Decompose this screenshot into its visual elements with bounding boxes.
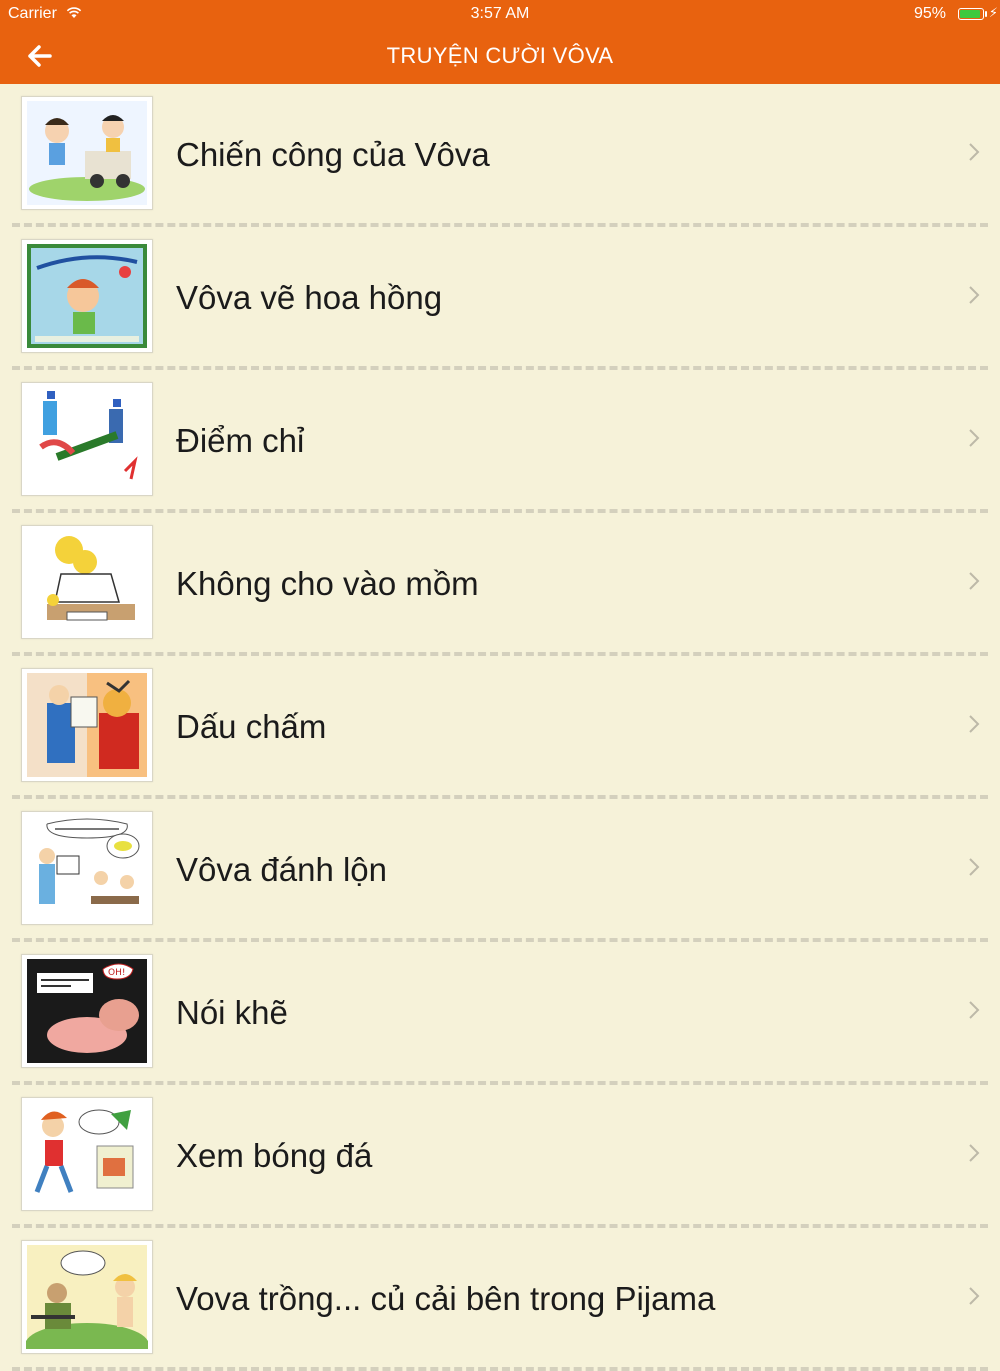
chevron-right-icon xyxy=(969,1001,980,1019)
story-row[interactable]: Vôva đánh lộn xyxy=(12,799,988,942)
chevron-right-icon xyxy=(969,429,980,447)
story-title: Không cho vào mồm xyxy=(176,565,479,602)
chevron-right-icon xyxy=(969,715,980,733)
story-thumbnail xyxy=(21,239,153,353)
nav-bar: TRUYỆN CƯỜI VÔVA xyxy=(0,28,1000,84)
story-thumbnail xyxy=(21,525,153,639)
charging-icon: ⚡ xyxy=(988,5,998,20)
story-thumbnail xyxy=(21,811,153,925)
story-thumbnail xyxy=(21,1097,153,1211)
story-title: Vôva vẽ hoa hồng xyxy=(176,279,443,316)
battery-percentage: 95% xyxy=(913,5,946,22)
chevron-right-icon xyxy=(969,143,980,161)
story-thumbnail: OH! xyxy=(21,954,153,1068)
story-thumbnail xyxy=(21,96,153,210)
chevron-right-icon xyxy=(969,1287,980,1305)
story-row[interactable]: Xem bóng đá xyxy=(12,1085,988,1228)
chevron-right-icon xyxy=(969,572,980,590)
story-thumbnail xyxy=(21,668,153,782)
story-title: Vova trồng... củ cải bên trong Pijama xyxy=(176,1280,716,1317)
chevron-right-icon xyxy=(969,286,980,304)
story-title: Điểm chỉ xyxy=(176,422,305,459)
story-thumbnail xyxy=(21,382,153,496)
story-row[interactable]: OH! Nói khẽ xyxy=(12,942,988,1085)
svg-text:OH!: OH! xyxy=(108,968,125,978)
story-thumbnail xyxy=(21,1240,153,1354)
chevron-right-icon xyxy=(969,1144,980,1162)
story-row[interactable]: Điểm chỉ xyxy=(12,370,988,513)
story-title: Nói khẽ xyxy=(176,994,288,1031)
page-title: TRUYỆN CƯỜI VÔVA xyxy=(386,43,614,68)
status-bar: Carrier 3:57 AM 95% ⚡ xyxy=(0,0,1000,28)
story-list: Chiến công của Vôva Vôva vẽ hoa hồng Điể… xyxy=(0,84,1000,1371)
story-row[interactable]: Dấu chấm xyxy=(12,656,988,799)
story-title: Dấu chấm xyxy=(176,708,327,745)
story-row[interactable]: Vova trồng... củ cải bên trong Pijama xyxy=(12,1228,988,1371)
story-row[interactable]: Chiến công của Vôva xyxy=(12,84,988,227)
chevron-right-icon xyxy=(969,858,980,876)
battery-icon xyxy=(958,8,984,20)
story-row[interactable]: Vôva vẽ hoa hồng xyxy=(12,227,988,370)
story-title: Chiến công của Vôva xyxy=(176,136,490,173)
story-title: Xem bóng đá xyxy=(176,1137,373,1174)
battery-tip xyxy=(985,11,987,17)
clock: 3:57 AM xyxy=(470,5,530,22)
story-title: Vôva đánh lộn xyxy=(176,851,388,888)
story-row[interactable]: Không cho vào mồm xyxy=(12,513,988,656)
